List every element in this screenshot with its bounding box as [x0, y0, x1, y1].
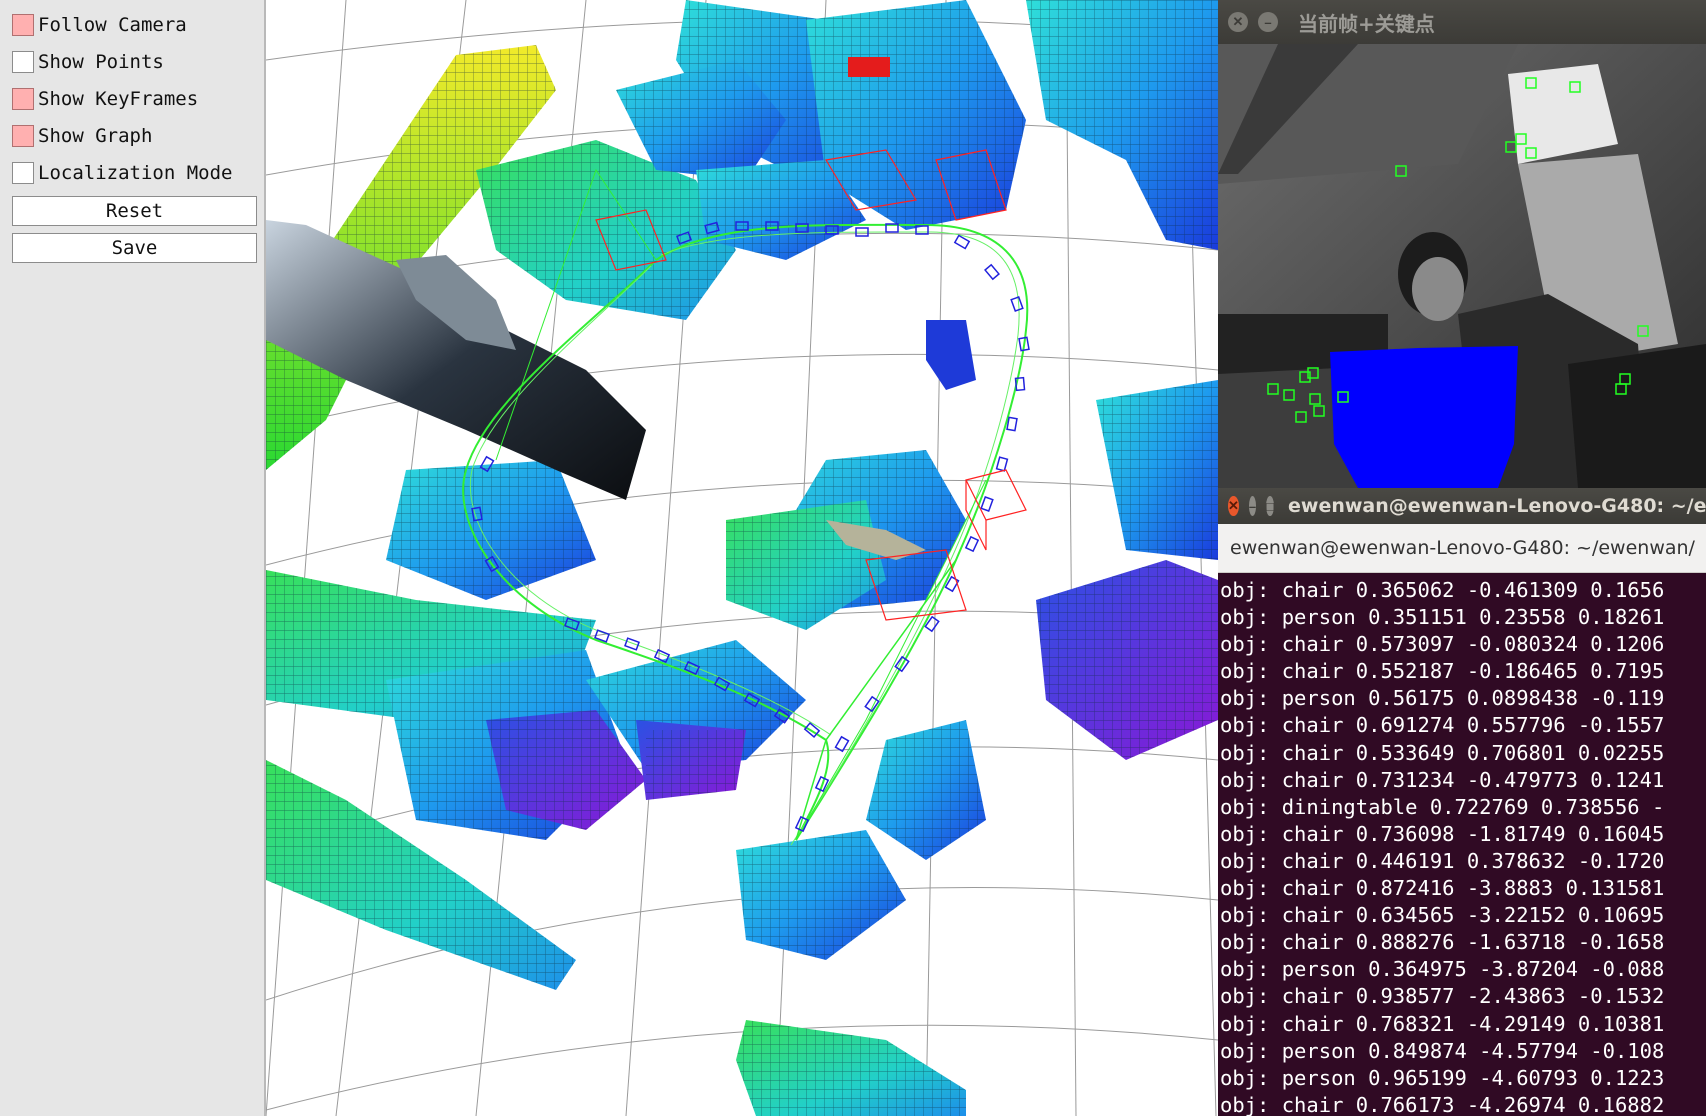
window-titlebar: ✕ – 当前帧+关键点: [1218, 0, 1706, 44]
terminal-window: ✕ – □ ewenwan@ewenwan-Lenovo-G480: ~/ewe…: [1218, 488, 1706, 1116]
terminal-line: obj: person 0.351151 0.23558 0.18261: [1220, 605, 1665, 630]
control-panel: Follow Camera Show Points Show KeyFrames…: [0, 0, 266, 1116]
show-keyframes-checkbox[interactable]: Show KeyFrames: [12, 84, 198, 114]
person-mask: [1330, 346, 1518, 488]
checkbox-box[interactable]: [12, 162, 34, 184]
voxel-map: [266, 0, 1218, 1116]
reset-button[interactable]: Reset: [12, 196, 257, 226]
camera-frame-image: [1218, 44, 1706, 488]
terminal-line: obj: person 0.56175 0.0898438 -0.119: [1220, 686, 1665, 711]
terminal-line: obj: chair 0.872416 -3.8883 0.131581: [1220, 876, 1665, 901]
window-titlebar: ✕ – □ ewenwan@ewenwan-Lenovo-G480: ~/ewe…: [1218, 488, 1706, 524]
follow-camera-checkbox[interactable]: Follow Camera: [12, 10, 187, 40]
save-button[interactable]: Save: [12, 233, 257, 263]
maximize-icon[interactable]: □: [1266, 496, 1274, 516]
terminal-output[interactable]: obj: chair 0.365062 -0.461309 0.1656 obj:…: [1218, 573, 1706, 1116]
localization-mode-checkbox[interactable]: Localization Mode: [12, 158, 232, 188]
checkbox-box[interactable]: [12, 51, 34, 73]
terminal-line: obj: chair 0.766173 -4.26974 0.16882: [1220, 1092, 1665, 1116]
minimize-icon[interactable]: –: [1248, 496, 1257, 516]
map-canvas[interactable]: [266, 0, 1218, 1116]
checkbox-box[interactable]: [12, 125, 34, 147]
terminal-line: obj: chair 0.365062 -0.461309 0.1656: [1220, 578, 1665, 602]
terminal-line: obj: chair 0.533649 0.706801 0.02255: [1220, 740, 1665, 765]
checkbox-label: Show Points: [38, 51, 164, 73]
terminal-line: obj: chair 0.552187 -0.186465 0.7195: [1220, 659, 1665, 684]
close-icon[interactable]: ✕: [1228, 496, 1239, 516]
minimize-icon[interactable]: –: [1258, 12, 1278, 32]
checkbox-box[interactable]: [12, 88, 34, 110]
terminal-line: obj: person 0.364975 -3.87204 -0.088: [1220, 957, 1665, 982]
terminal-line: obj: chair 0.736098 -1.81749 0.16045: [1220, 821, 1665, 846]
checkbox-label: Localization Mode: [38, 162, 233, 184]
keypoint-frame-window: ✕ – 当前帧+关键点: [1218, 0, 1706, 488]
terminal-line: obj: diningtable 0.722769 0.738556 -: [1220, 794, 1665, 819]
terminal-tab[interactable]: ewenwan@ewenwan-Lenovo-G480: ~/ewenwan/: [1218, 524, 1706, 573]
terminal-line: obj: chair 0.731234 -0.479773 0.1241: [1220, 767, 1665, 792]
show-points-checkbox[interactable]: Show Points: [12, 47, 164, 77]
terminal-line: obj: chair 0.938577 -2.43863 -0.1532: [1220, 984, 1665, 1009]
terminal-line: obj: chair 0.446191 0.378632 -0.1720: [1220, 848, 1665, 873]
checkbox-label: Show Graph: [38, 125, 153, 147]
checkbox-label: Follow Camera: [38, 14, 187, 36]
terminal-title: ewenwan@ewenwan-Lenovo-G480: ~/ewenwan/: [1288, 495, 1706, 517]
terminal-line: obj: chair 0.573097 -0.080324 0.1206: [1220, 632, 1665, 657]
terminal-line: obj: person 0.965199 -4.60793 0.1223: [1220, 1065, 1665, 1090]
checkbox-box[interactable]: [12, 14, 34, 36]
red-voxel: [848, 57, 890, 77]
close-icon[interactable]: ✕: [1228, 12, 1248, 32]
map-3d-viewer[interactable]: [266, 0, 1218, 1116]
window-title: 当前帧+关键点: [1298, 11, 1435, 36]
checkbox-label: Show KeyFrames: [38, 88, 199, 110]
terminal-line: obj: chair 0.634565 -3.22152 0.10695: [1220, 903, 1665, 928]
show-graph-checkbox[interactable]: Show Graph: [12, 121, 152, 151]
terminal-line: obj: chair 0.888276 -1.63718 -0.1658: [1220, 930, 1665, 955]
terminal-line: obj: chair 0.768321 -4.29149 0.10381: [1220, 1011, 1665, 1036]
terminal-line: obj: chair 0.691274 0.557796 -0.1557: [1220, 713, 1665, 738]
terminal-tab-label: ewenwan@ewenwan-Lenovo-G480: ~/ewenwan/: [1230, 537, 1695, 559]
terminal-line: obj: person 0.849874 -4.57794 -0.108: [1220, 1038, 1665, 1063]
